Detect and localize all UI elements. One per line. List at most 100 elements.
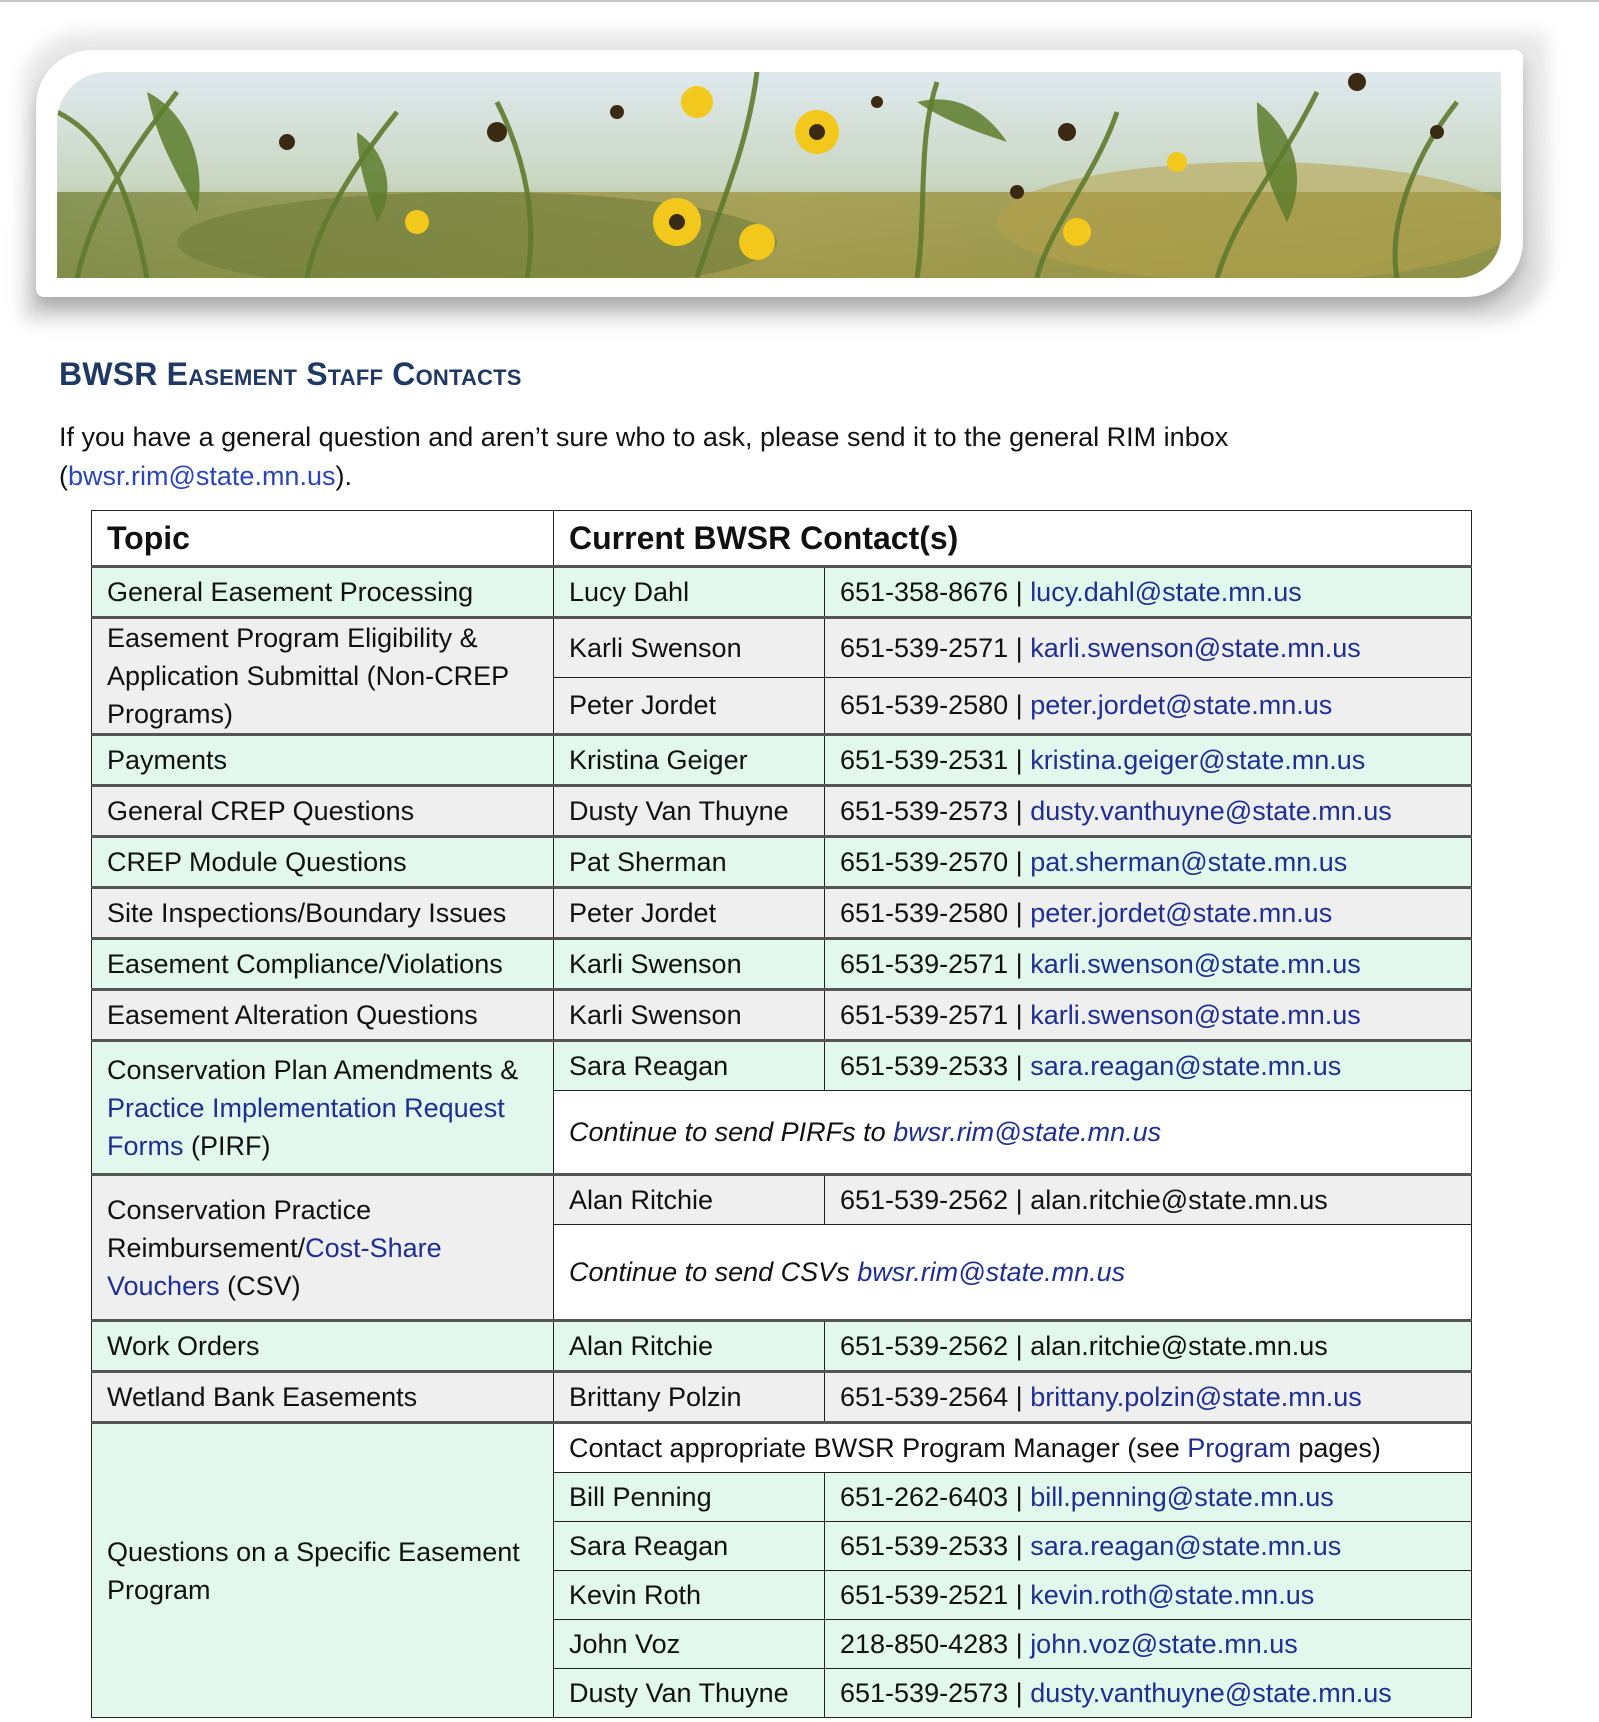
contact-info: 651-539-2562 | alan.ritchie@state.mn.us — [823, 1173, 1473, 1225]
table-header-row: Topic Current BWSR Contact(s) — [91, 510, 1473, 567]
contact-name: Kevin Roth — [553, 1570, 825, 1620]
contact-phone: 651-539-2571 — [840, 949, 1009, 979]
contact-phone: 651-539-2580 — [840, 898, 1009, 928]
contact-email-link[interactable]: brittany.polzin@state.mn.us — [1030, 1382, 1362, 1412]
pirf-link[interactable]: Practice Implementation Request Forms — [107, 1093, 505, 1161]
contact-info: 651-539-2580 | peter.jordet@state.mn.us — [823, 886, 1473, 939]
topic-cell: Wetland Bank Easements — [91, 1370, 554, 1423]
contact-email-link[interactable]: karli.swenson@state.mn.us — [1030, 1000, 1361, 1030]
contact-phone: 651-539-2573 — [840, 1678, 1009, 1708]
contact-phone: 651-539-2562 — [840, 1185, 1009, 1215]
pirf-note: Continue to send PIRFs to bwsr.rim@state… — [552, 1090, 1473, 1175]
separator: | — [1008, 1000, 1031, 1030]
table-row: General Easement Processing Lucy Dahl 65… — [91, 565, 1473, 618]
separator: | — [1008, 898, 1031, 928]
rim-inbox-link[interactable]: bwsr.rim@state.mn.us — [68, 461, 335, 491]
contact-name: Alan Ritchie — [553, 1173, 825, 1225]
table-row: Easement Compliance/Violations Karli Swe… — [91, 937, 1473, 990]
contact-phone: 651-539-2571 — [840, 1000, 1009, 1030]
contact-email-link[interactable]: sara.reagan@state.mn.us — [1030, 1531, 1341, 1561]
contact-phone: 651-539-2570 — [840, 847, 1009, 877]
contact-email-link[interactable]: bill.penning@state.mn.us — [1030, 1482, 1334, 1512]
contact-name: Peter Jordet — [553, 676, 825, 736]
separator: | — [1008, 577, 1031, 607]
contact-email-link[interactable]: peter.jordet@state.mn.us — [1030, 690, 1332, 720]
contact-phone: 651-539-2533 — [840, 1051, 1009, 1081]
header-contacts: Current BWSR Contact(s) — [552, 510, 1473, 567]
contact-phone: 651-539-2521 — [840, 1580, 1009, 1610]
separator: | — [1008, 949, 1031, 979]
separator: | — [1008, 1051, 1031, 1081]
contact-phone: 651-539-2564 — [840, 1382, 1009, 1412]
topic-cell: General Easement Processing — [91, 565, 554, 618]
contact-email[interactable]: alan.ritchie@state.mn.us — [1030, 1331, 1328, 1361]
contact-info: 651-539-2564 | brittany.polzin@state.mn.… — [823, 1370, 1473, 1423]
contact-name: Peter Jordet — [553, 886, 825, 939]
top-rule — [0, 0, 1599, 2]
contact-name: Dusty Van Thuyne — [553, 1668, 825, 1718]
contact-email-link[interactable]: pat.sherman@state.mn.us — [1030, 847, 1347, 877]
separator: | — [1008, 690, 1031, 721]
note-text: Continue to send PIRFs to — [569, 1117, 886, 1147]
topic-cell: Easement Compliance/Violations — [91, 937, 554, 990]
contact-email-link[interactable]: dusty.vanthuyne@state.mn.us — [1030, 796, 1392, 826]
table-row: Site Inspections/Boundary Issues Peter J… — [91, 886, 1473, 939]
contact-info: 651-262-6403 | bill.penning@state.mn.us — [823, 1472, 1473, 1522]
contact-name: Karli Swenson — [553, 937, 825, 990]
table-row: CREP Module Questions Pat Sherman 651-53… — [91, 835, 1473, 888]
topic-cell: Easement Alteration Questions — [91, 988, 554, 1041]
contact-phone: 218-850-4283 — [840, 1629, 1009, 1659]
contact-phone: 651-262-6403 — [840, 1482, 1009, 1512]
program-manager-note: Contact appropriate BWSR Program Manager… — [552, 1421, 1473, 1473]
note-text: Contact appropriate BWSR Program Manager… — [569, 1433, 1180, 1463]
contact-email-link[interactable]: dusty.vanthuyne@state.mn.us — [1030, 1678, 1392, 1708]
program-pages-link[interactable]: Program — [1187, 1433, 1291, 1463]
topic-cell: Site Inspections/Boundary Issues — [91, 886, 554, 939]
contact-name: Bill Penning — [553, 1472, 825, 1522]
table-row: Payments Kristina Geiger 651-539-2531 | … — [91, 733, 1473, 786]
contact-email[interactable]: alan.ritchie@state.mn.us — [1030, 1185, 1328, 1215]
contact-email-link[interactable]: karli.swenson@state.mn.us — [1030, 633, 1361, 663]
contact-email-link[interactable]: karli.swenson@state.mn.us — [1030, 949, 1361, 979]
topic-cell: Conservation Practice Reimbursement/Cost… — [91, 1173, 554, 1321]
contact-info: 651-539-2573 | dusty.vanthuyne@state.mn.… — [823, 784, 1473, 837]
contact-phone: 651-358-8676 — [840, 577, 1009, 607]
contact-email-link[interactable]: lucy.dahl@state.mn.us — [1030, 577, 1302, 607]
rim-inbox-link[interactable]: bwsr.rim@state.mn.us — [857, 1257, 1125, 1287]
contact-phone: 651-539-2533 — [840, 1531, 1009, 1561]
note-text: Continue to send CSVs — [569, 1257, 850, 1287]
separator: | — [1008, 1331, 1031, 1361]
contact-info: 651-539-2531 | kristina.geiger@state.mn.… — [823, 733, 1473, 786]
prairie-wildflowers-banner — [57, 72, 1501, 278]
topic-suffix: (CSV) — [227, 1270, 301, 1301]
table-row: Easement Alteration Questions Karli Swen… — [91, 988, 1473, 1041]
contact-info: 651-358-8676 | lucy.dahl@state.mn.us — [823, 565, 1473, 618]
topic-text: Conservation Plan Amendments & — [107, 1054, 519, 1085]
table-row: Easement Program Eligibility & Applicati… — [91, 616, 1473, 735]
contact-email-link[interactable]: kevin.roth@state.mn.us — [1030, 1580, 1314, 1610]
contact-info: 651-539-2573 | dusty.vanthuyne@state.mn.… — [823, 1668, 1473, 1718]
contact-phone: 651-539-2571 — [840, 632, 1009, 663]
separator: | — [1008, 632, 1031, 663]
topic-cell: Questions on a Specific Easement Program — [91, 1421, 554, 1718]
table-row: Wetland Bank Easements Brittany Polzin 6… — [91, 1370, 1473, 1423]
table-row: Conservation Practice Reimbursement/Cost… — [91, 1173, 1473, 1321]
separator: | — [1008, 1185, 1031, 1215]
separator: | — [1008, 745, 1031, 775]
contact-info: 218-850-4283 | john.voz@state.mn.us — [823, 1619, 1473, 1669]
topic-cell: Conservation Plan Amendments & Practice … — [91, 1039, 554, 1175]
contacts-table: Topic Current BWSR Contact(s) General Ea… — [91, 510, 1473, 1718]
intro-paragraph: If you have a general question and aren’… — [59, 418, 1489, 496]
rim-inbox-link[interactable]: bwsr.rim@state.mn.us — [893, 1117, 1161, 1147]
contact-email-link[interactable]: john.voz@state.mn.us — [1030, 1629, 1298, 1659]
topic-cell: Payments — [91, 733, 554, 786]
contact-info: 651-539-2571 | karli.swenson@state.mn.us — [823, 616, 1473, 678]
contact-email-link[interactable]: kristina.geiger@state.mn.us — [1030, 745, 1365, 775]
contact-info: 651-539-2571 | karli.swenson@state.mn.us — [823, 988, 1473, 1041]
topic-cell: General CREP Questions — [91, 784, 554, 837]
csv-note: Continue to send CSVs bwsr.rim@state.mn.… — [552, 1224, 1473, 1321]
separator: | — [1008, 1629, 1031, 1659]
contact-phone: 651-539-2580 — [840, 690, 1009, 721]
contact-email-link[interactable]: peter.jordet@state.mn.us — [1030, 898, 1332, 928]
contact-email-link[interactable]: sara.reagan@state.mn.us — [1030, 1051, 1341, 1081]
